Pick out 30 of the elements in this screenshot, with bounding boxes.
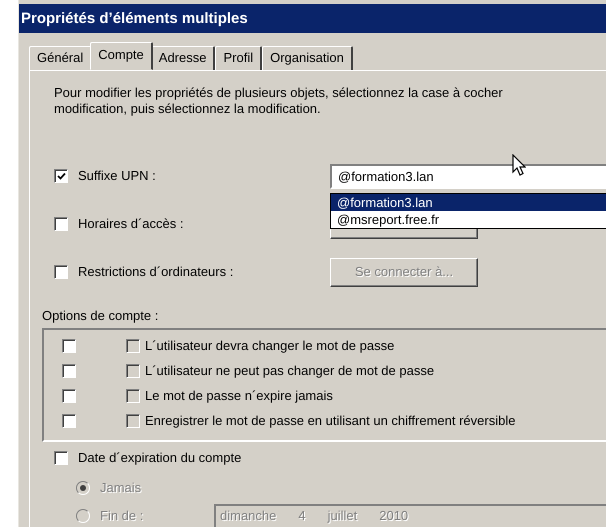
radio-label: Fin de :	[100, 508, 144, 524]
setting-label: Suffixe UPN :	[78, 168, 157, 184]
date-part: 2010	[379, 508, 408, 525]
option-label: L´utilisateur ne peut pas changer de mot de passe	[145, 363, 434, 380]
section-label: Options de compte :	[42, 308, 160, 324]
dropdown-value: @formation3.lan	[338, 168, 434, 184]
radio-label: Jamais	[100, 480, 142, 496]
dropdown-option[interactable]: @formation3.lan	[331, 194, 606, 211]
option-label: Le mot de passe n´expire jamais	[145, 388, 333, 404]
expiration-label: Date d´expiration du compte	[78, 450, 242, 466]
tab[interactable]: Compte	[90, 42, 153, 70]
setting-label: Horaires d´accès :	[78, 216, 184, 232]
tab[interactable]: Organisation	[262, 46, 353, 70]
dropdown-option[interactable]: @msreport.free.fr	[331, 210, 606, 228]
tab[interactable]: Profil	[215, 46, 262, 70]
window-title: Propriétés d’éléments multiples	[19, 4, 606, 33]
instruction-text: modification, puis sélectionnez la modification.	[54, 100, 322, 116]
date-part: 4	[298, 508, 306, 525]
option-label: L´utilisateur devra changer le mot de passe	[145, 338, 394, 354]
instruction-text: Pour modifier les propriétés de plusieurs objets, sélectionnez la case à cocher	[54, 85, 504, 101]
date-part: juillet	[328, 508, 358, 525]
tab[interactable]: Général	[29, 46, 92, 70]
checkbox[interactable]	[54, 169, 68, 184]
option-label: Enregistrer le mot de passe en utilisant un chiffrement réversible	[145, 413, 516, 430]
checkbox[interactable]	[54, 450, 68, 465]
date-part: dimanche	[220, 508, 276, 525]
setting-label: Restrictions d´ordinateurs :	[78, 264, 234, 280]
tab[interactable]: Adresse	[150, 46, 216, 70]
checkbox[interactable]	[54, 217, 68, 232]
dropdown-list[interactable]: @formation3.lan @msreport.free.fr	[330, 192, 606, 229]
